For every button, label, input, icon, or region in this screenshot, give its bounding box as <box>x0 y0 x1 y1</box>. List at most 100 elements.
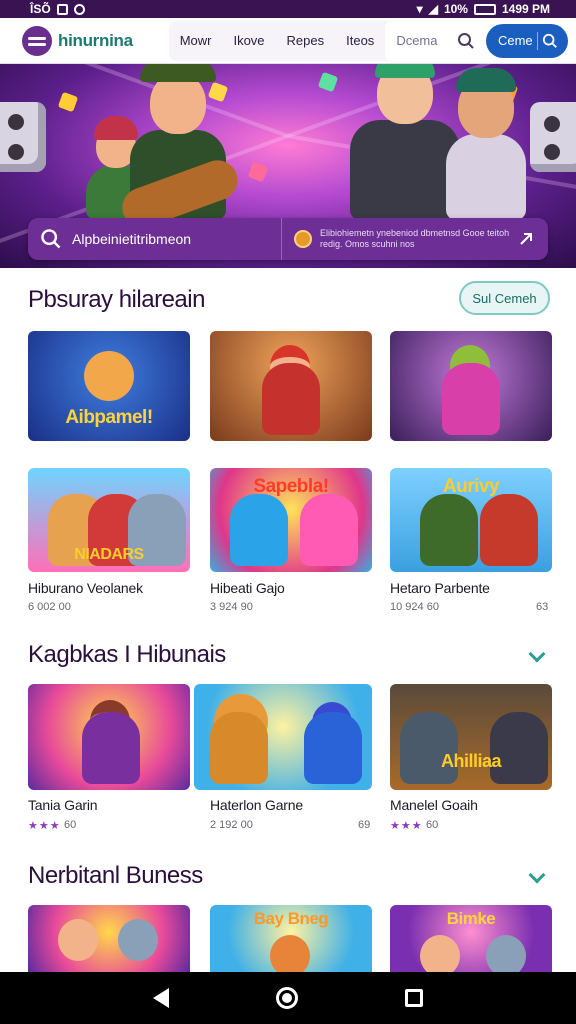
top-header: hinurnina Mowr Ikove Repes Iteos Dcema C… <box>0 18 576 64</box>
card-meta: 3 924 90 <box>210 601 253 613</box>
nav-item-2[interactable]: Ikove <box>222 21 275 61</box>
card-title[interactable]: Hiburano Veolanek <box>28 580 143 596</box>
sync-icon <box>73 3 85 15</box>
hero-search-field[interactable]: Alpbeinietitribmeon <box>28 218 282 260</box>
game-card[interactable] <box>390 331 552 441</box>
floating-cube <box>57 91 79 113</box>
search-icon <box>41 229 61 249</box>
hero-search-text: Alpbeinietitribmeon <box>72 231 192 247</box>
character-face <box>420 935 460 972</box>
search-icon <box>458 32 474 49</box>
status-bar: ÎSÕ ▾ ◢ 10% 1499 PM <box>0 0 576 18</box>
section-title: Nerbitanl Buness <box>28 862 203 889</box>
system-nav-bar <box>0 972 576 1024</box>
card-title[interactable]: Hetaro Parbente <box>390 580 490 596</box>
game-card[interactable]: Sapebla! <box>210 468 372 572</box>
nav-item-5[interactable]: Dcema <box>385 20 449 61</box>
card-banner: Aibpamel! <box>65 407 153 428</box>
character-face <box>270 935 310 972</box>
character-body <box>300 494 358 566</box>
character-body <box>210 712 268 784</box>
pill-divider <box>536 31 538 50</box>
card-title[interactable]: Hibeati Gajo <box>210 580 285 596</box>
character-player <box>446 68 526 220</box>
app-screen: ÎSÕ ▾ ◢ 10% 1499 PM hinurnina Mowr Ikove… <box>0 0 576 1024</box>
nav-item-1[interactable]: Mowr <box>169 21 223 61</box>
pill-label: Ceme <box>497 33 533 48</box>
rating-count: 60 <box>64 819 77 831</box>
logo-icon <box>22 25 52 56</box>
character-face <box>58 919 98 961</box>
rating-count: 60 <box>426 819 439 831</box>
card-meta: 6 002 00 <box>28 601 71 613</box>
clock: 1499 PM <box>501 2 550 16</box>
game-card[interactable]: Aibpamel! <box>28 331 190 441</box>
game-card[interactable] <box>194 684 372 790</box>
wifi-icon: ▾ <box>416 2 423 16</box>
card-extra: 69 <box>358 819 371 831</box>
game-card[interactable] <box>28 684 190 790</box>
character-face <box>84 351 134 401</box>
floating-cube <box>247 161 269 183</box>
card-banner: Sapebla! <box>253 476 329 497</box>
search-icon <box>542 33 557 48</box>
card-banner: Aurivy <box>442 476 500 497</box>
card-meta: 10 924 60 <box>390 601 439 613</box>
see-all-button[interactable]: Sul Cemeh <box>459 281 550 315</box>
character-body <box>400 712 458 784</box>
hero-search-bar: Alpbeinietitribmeon Elibiohiemetn yneben… <box>28 218 548 260</box>
rating-stars: ★★★ <box>390 820 423 832</box>
app-logo[interactable]: hinurnina <box>22 25 151 56</box>
game-card[interactable]: NIADARS <box>28 468 190 572</box>
hero-banner[interactable]: Alpbeinietitribmeon Elibiohiemetn yneben… <box>0 64 576 268</box>
card-banner: NIADARS <box>74 546 144 563</box>
nav-item-3[interactable]: Repes <box>276 21 336 61</box>
character-body <box>420 494 478 566</box>
character-robot <box>350 64 460 220</box>
character-face <box>486 935 526 972</box>
card-title[interactable]: Manelel Goaih <box>390 797 478 813</box>
floating-cube <box>317 71 339 93</box>
hero-info-text: Elibiohiemetn ynebeniod dbmetnsd Gooe te… <box>320 228 510 249</box>
back-icon[interactable] <box>153 988 170 1008</box>
game-card[interactable] <box>210 331 372 441</box>
battery-icon <box>473 3 496 15</box>
home-icon[interactable] <box>275 987 298 1009</box>
card-banner: Ahilliaa <box>440 751 502 771</box>
game-card[interactable]: Ahilliaa <box>390 684 552 790</box>
battery-percent: 10% <box>443 2 468 16</box>
card-banner: Bay Bneg <box>253 909 329 928</box>
chevron-down-icon[interactable] <box>528 866 546 884</box>
rating-stars: ★★★ <box>28 820 61 832</box>
game-card[interactable]: Bay Bneg <box>210 905 372 972</box>
arrow-icon <box>520 233 532 245</box>
app-name: hinurnina <box>58 30 133 50</box>
coin-icon <box>294 230 312 248</box>
card-meta: 2 192 00 <box>210 819 253 831</box>
game-card[interactable]: Aurivy <box>390 468 552 572</box>
character-body <box>480 494 538 566</box>
card-title[interactable]: Tania Garin <box>28 797 98 813</box>
recent-apps-icon[interactable] <box>404 989 423 1007</box>
card-banner: Bimke <box>446 909 496 928</box>
character-body <box>442 363 500 435</box>
character-body <box>230 494 288 566</box>
character-body <box>262 363 320 435</box>
card-extra: 63 <box>536 601 549 613</box>
character-body <box>490 712 548 784</box>
character-body <box>82 712 140 784</box>
hero-info[interactable]: Elibiohiemetn ynebeniod dbmetnsd Gooe te… <box>282 228 548 250</box>
game-card[interactable]: Bimke <box>390 905 552 972</box>
section-title: Pbsuray hilareain <box>28 286 205 313</box>
search-button[interactable] <box>453 25 480 57</box>
die-left <box>0 102 46 172</box>
chevron-down-icon[interactable] <box>528 645 546 663</box>
character-face <box>118 919 158 961</box>
character-body <box>304 712 362 784</box>
nav-item-4[interactable]: Iteos <box>335 21 385 61</box>
section-title: Kagbkas I Hibunais <box>28 641 226 668</box>
primary-pill-button[interactable]: Ceme <box>485 23 568 58</box>
notification-icon <box>56 3 68 15</box>
game-card[interactable] <box>28 905 190 972</box>
card-title[interactable]: Haterlon Garne <box>210 797 303 813</box>
